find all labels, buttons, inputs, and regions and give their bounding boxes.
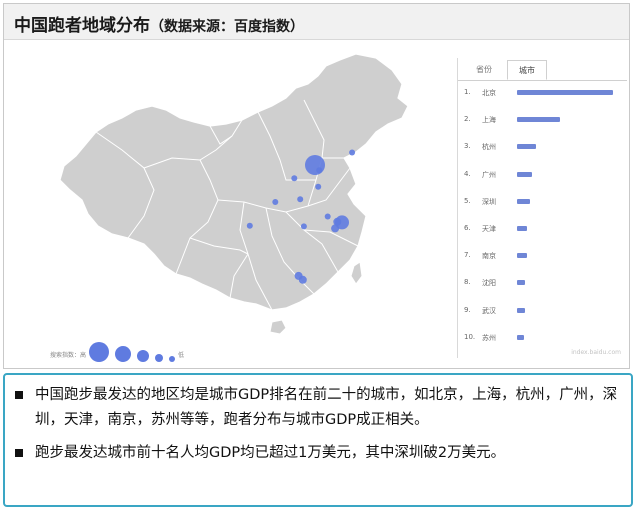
title-source: （数据来源：百度指数）: [150, 19, 304, 35]
map-hainan: [269, 319, 287, 335]
city-bubble: [305, 155, 325, 175]
city-bubble: [331, 224, 340, 233]
ranking-row: 9. 武汉: [458, 302, 628, 320]
title-bar: 中国跑者地域分布（数据来源：百度指数）: [4, 4, 629, 40]
city-bubble: [272, 199, 279, 205]
tab-province[interactable]: 省份: [464, 60, 504, 80]
bar: [517, 90, 613, 95]
notes-box: 中国跑步最发达的地区均是城市GDP排名在前二十的城市，如北京，上海，杭州，广州，…: [3, 373, 633, 507]
city-label: 广州: [482, 170, 496, 179]
ranking-tabs: 省份 城市: [458, 58, 627, 81]
watermark: index.baidu.com: [571, 349, 621, 356]
rank-label: 9.: [464, 305, 471, 314]
bar: [517, 117, 561, 123]
title-main: 中国跑者地域分布: [14, 16, 150, 36]
city-label: 杭州: [482, 143, 496, 152]
note-text: 跑步最发达城市前十名人均GDP均已超过1万美元，其中深圳破2万美元。: [35, 445, 506, 461]
city-bubble: [349, 149, 356, 156]
tab-city[interactable]: 城市: [507, 60, 547, 80]
rank-label: 2.: [464, 115, 471, 124]
city-label: 武汉: [482, 306, 496, 315]
legend-dot: [137, 350, 150, 362]
ranking-row: 2. 上海: [458, 111, 628, 129]
legend-low-label: 低: [178, 351, 185, 359]
china-map-shape: [59, 53, 409, 335]
bar: [517, 253, 527, 259]
legend-dot: [155, 354, 164, 362]
city-bubble: [298, 275, 307, 284]
rank-label: 1.: [464, 88, 471, 96]
legend-dots: [86, 342, 178, 366]
city-bubble: [246, 222, 253, 229]
bullet-icon: [15, 449, 23, 457]
bar: [517, 307, 525, 313]
china-map: [59, 53, 409, 335]
city-bubble: [300, 223, 307, 230]
ranking-row: 4. 广州: [458, 166, 628, 184]
bar: [517, 171, 533, 177]
legend-label: 搜索指数：高: [50, 351, 87, 359]
rank-label: 4.: [464, 169, 471, 178]
city-label: 天津: [482, 225, 496, 233]
ranking-row: 7. 南京: [458, 247, 628, 265]
rank-label: 5.: [464, 196, 471, 205]
map-legend: 搜索指数：高 低: [50, 341, 184, 367]
city-label: 南京: [482, 252, 496, 261]
city-label: 深圳: [482, 197, 496, 206]
rank-label: 7.: [464, 251, 471, 260]
bar: [517, 334, 524, 340]
rank-label: 6.: [464, 224, 471, 232]
rank-label: 3.: [464, 142, 471, 151]
city-bubble: [316, 167, 323, 174]
city-label: 沈阳: [482, 279, 496, 288]
ranking-row: 1. 北京: [458, 84, 628, 102]
legend-dot: [115, 346, 132, 362]
note-item: 中国跑步最发达的地区均是城市GDP排名在前二十的城市，如北京，上海，杭州，广州，…: [15, 383, 623, 433]
bar: [517, 226, 527, 231]
ranking-panel: 省份 城市 1. 北京 2. 上海 3. 杭州 4. 广州 5. 深圳 6. 天津 7. 南京 8. 沈阳 9.…: [457, 58, 627, 358]
note-text: 中国跑步最发达的地区均是城市GDP排名在前二十的城市，如北京，上海，杭州，广州，…: [35, 387, 618, 428]
bar: [517, 144, 537, 150]
ranking-row: 6. 天津: [458, 220, 628, 238]
bullet-icon: [15, 391, 23, 399]
city-bubble: [291, 175, 298, 182]
legend-dot: [89, 342, 110, 362]
rank-label: 8.: [464, 278, 471, 287]
note-item: 跑步最发达城市前十名人均GDP均已超过1万美元，其中深圳破2万美元。: [15, 441, 623, 466]
bar: [517, 280, 525, 286]
bar: [517, 198, 531, 204]
rank-label: 10.: [464, 332, 476, 341]
legend-dot: [169, 356, 176, 362]
page-title: 中国跑者地域分布（数据来源：百度指数）: [14, 11, 304, 36]
map-taiwan: [350, 261, 363, 285]
city-bubble: [324, 213, 331, 220]
city-label: 上海: [482, 116, 496, 125]
city-bubble: [315, 183, 322, 190]
city-bubble: [297, 196, 304, 203]
ranking-row: 3. 杭州: [458, 138, 628, 156]
city-label: 苏州: [482, 333, 496, 342]
city-label: 北京: [482, 89, 496, 97]
ranking-row: 8. 沈阳: [458, 274, 628, 292]
ranking-row: 10. 苏州: [458, 329, 628, 347]
ranking-row: 5. 深圳: [458, 193, 628, 211]
chart-frame: 中国跑者地域分布（数据来源：百度指数） 搜索指数：高 低 省份 城市 1. 北京…: [3, 3, 630, 369]
